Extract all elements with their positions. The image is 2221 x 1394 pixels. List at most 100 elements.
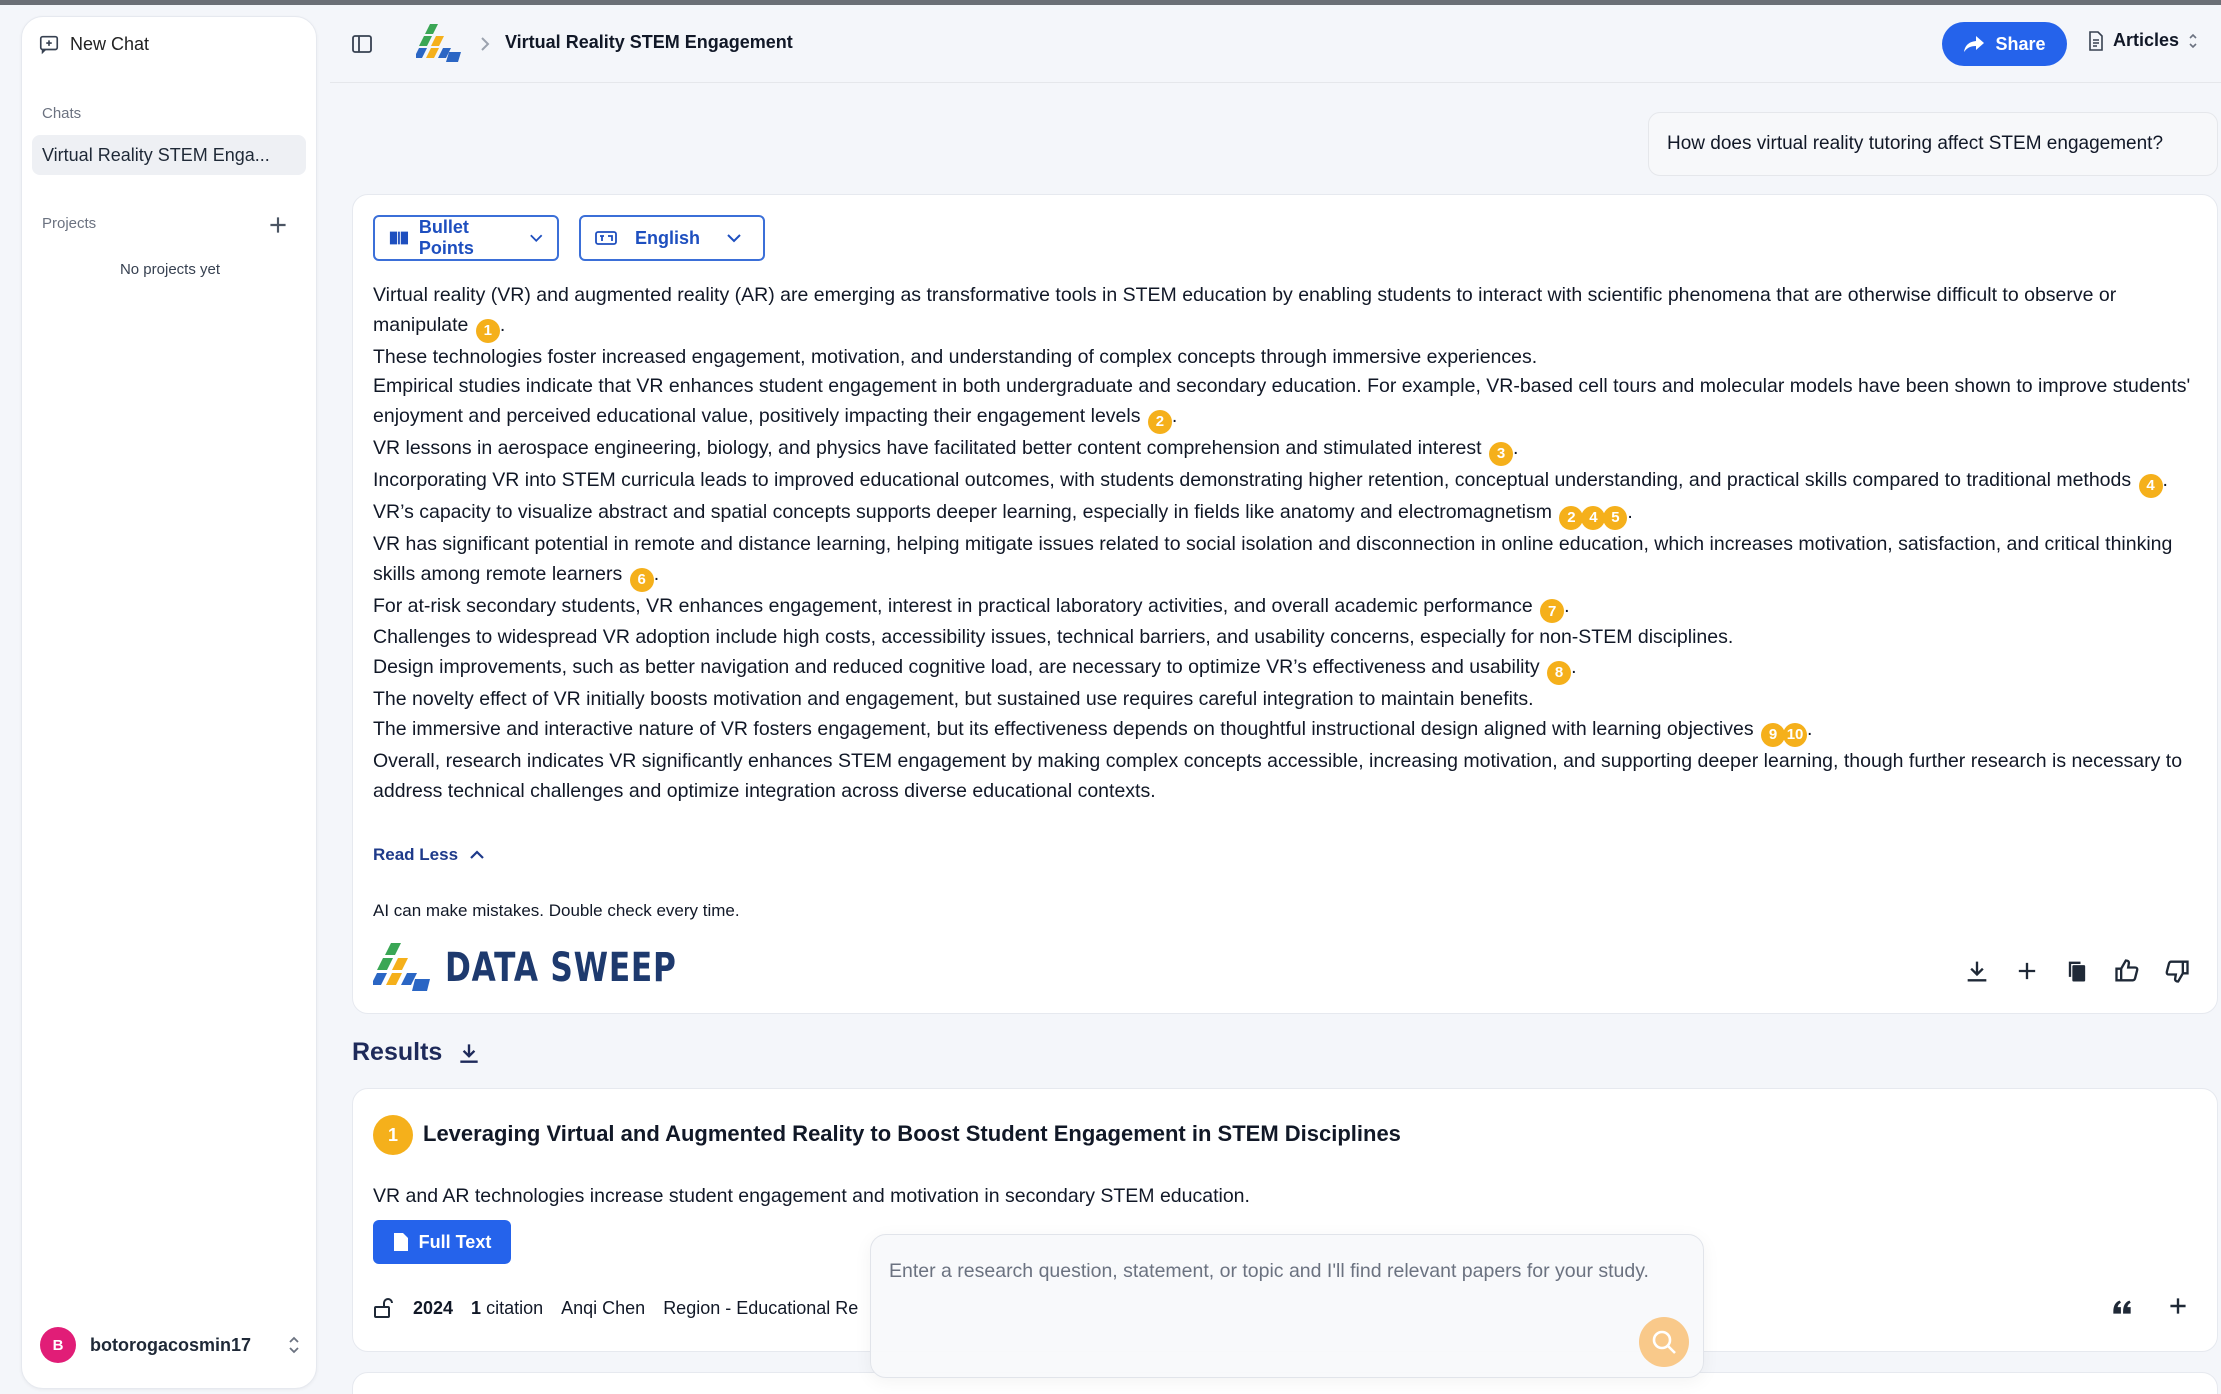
citation-badge[interactable]: 5 — [1603, 505, 1628, 530]
ai-disclaimer: AI can make mistakes. Double check every… — [373, 901, 740, 920]
document-icon — [393, 1233, 408, 1251]
book-icon — [389, 231, 409, 245]
document-icon — [2089, 30, 2103, 51]
projects-heading: Projects — [42, 215, 97, 232]
answer-bullet: These technologies foster increased enga… — [373, 343, 2203, 373]
answer-bullet-text: Virtual reality (VR) and augmented reali… — [373, 284, 2117, 336]
read-less-label: Read Less — [373, 845, 459, 864]
answer-bullet-text: VR’s capacity to visualize abstract and … — [373, 500, 1552, 523]
open-access-icon — [374, 1298, 393, 1318]
result-summary: VR and AR technologies increase student … — [373, 1185, 1250, 1207]
answer-bullet: VR has significant potential in remote a… — [373, 530, 2203, 592]
citation-badge[interactable]: 7 — [1540, 599, 1565, 624]
result-journal: Region - Educational Re — [663, 1297, 859, 1318]
answer-text: Virtual reality (VR) and augmented reali… — [373, 281, 2203, 806]
share-button[interactable]: Share — [1942, 22, 2067, 66]
user-menu[interactable]: B botorogacosmin17 — [40, 1327, 302, 1363]
plus-icon[interactable] — [2165, 1293, 2191, 1319]
search-button[interactable] — [1639, 1317, 1689, 1367]
new-chat-icon — [39, 35, 59, 55]
answer-bullet: The immersive and interactive nature of … — [373, 715, 2203, 747]
citation-badge[interactable]: 2 — [1147, 410, 1172, 435]
chevron-down-icon — [727, 234, 741, 243]
answer-bullet: VR’s capacity to visualize abstract and … — [373, 498, 2203, 530]
result-actions — [2109, 1293, 2191, 1319]
citation-badge[interactable]: 4 — [1581, 505, 1606, 530]
citation-badge[interactable]: 4 — [2138, 473, 2163, 498]
brand-logo: DATA SWEEP — [373, 941, 742, 995]
add-project-icon[interactable] — [265, 212, 291, 238]
results-title: Results — [352, 1038, 443, 1066]
answer-bullet: The novelty effect of VR initially boost… — [373, 685, 2203, 715]
sidebar-toggle-icon[interactable] — [350, 32, 374, 56]
answer-bullet-text: Overall, research indicates VR significa… — [373, 749, 2183, 802]
window-top-border — [0, 0, 2221, 5]
full-text-button[interactable]: Full Text — [373, 1220, 511, 1264]
answer-bullet: Virtual reality (VR) and augmented reali… — [373, 281, 2203, 343]
answer-bullet: Overall, research indicates VR significa… — [373, 747, 2203, 807]
plus-icon[interactable] — [2013, 957, 2041, 985]
citation-badge[interactable]: 10 — [1783, 722, 1808, 747]
language-icon — [595, 231, 617, 245]
articles-selector[interactable]: Articles — [2087, 30, 2199, 51]
answer-bullet-text: Design improvements, such as better navi… — [373, 656, 1540, 679]
answer-bullet-text: Challenges to widespread VR adoption inc… — [373, 626, 1734, 649]
answer-card: Bullet Points English Virtual reality (V… — [352, 194, 2218, 1014]
answer-bullet: Incorporating VR into STEM curricula lea… — [373, 466, 2203, 498]
username: botorogacosmin17 — [90, 1334, 252, 1355]
sidebar: New Chat Chats Virtual Reality STEM Enga… — [21, 16, 317, 1389]
answer-bullet: Empirical studies indicate that VR enhan… — [373, 372, 2203, 435]
citation-badge[interactable]: 2 — [1559, 505, 1584, 530]
result-meta: 2024 1 citation Anqi Chen Region - Educa… — [373, 1297, 858, 1319]
citation-badge[interactable]: 1 — [475, 318, 500, 343]
format-dropdown[interactable]: Bullet Points — [373, 215, 559, 261]
answer-actions — [1963, 957, 2191, 985]
answer-bullet-text: The immersive and interactive nature of … — [373, 717, 1754, 740]
answer-bullet-text: Incorporating VR into STEM curricula lea… — [373, 469, 2132, 492]
new-chat-label: New Chat — [70, 33, 150, 54]
brand-name: DATA SWEEP — [445, 945, 677, 991]
answer-bullet: Design improvements, such as better navi… — [373, 653, 2203, 686]
answer-bullet-text: Empirical studies indicate that VR enhan… — [373, 375, 2191, 428]
answer-bullet: Challenges to widespread VR adoption inc… — [373, 623, 2203, 653]
chevron-up-down-icon — [2189, 33, 2197, 48]
citation-badge[interactable]: 6 — [629, 567, 654, 592]
top-bar: Virtual Reality STEM Engagement Share Ar… — [330, 12, 2221, 82]
articles-label: Articles — [2113, 30, 2180, 50]
search-input[interactable] — [889, 1255, 1689, 1287]
header-divider — [330, 82, 2221, 83]
thumbs-down-icon[interactable] — [2163, 957, 2191, 985]
chat-item[interactable]: Virtual Reality STEM Enga... — [32, 135, 306, 175]
share-icon — [1964, 36, 1985, 52]
result-citations: 1 citation — [471, 1298, 543, 1319]
answer-bullet: For at-risk secondary students, VR enhan… — [373, 592, 2203, 624]
quote-icon[interactable] — [2109, 1293, 2135, 1319]
chevron-down-icon — [529, 234, 542, 242]
language-dropdown[interactable]: English — [579, 215, 765, 261]
results-heading: Results — [352, 1038, 482, 1067]
result-title[interactable]: Leveraging Virtual and Augmented Reality… — [423, 1121, 1401, 1147]
page-title: Virtual Reality STEM Engagement — [505, 32, 793, 52]
full-text-label: Full Text — [418, 1231, 492, 1252]
citation-badge[interactable]: 9 — [1761, 722, 1786, 747]
citation-badge[interactable]: 3 — [1488, 442, 1513, 467]
answer-bullet-text: These technologies foster increased enga… — [373, 345, 1538, 368]
chats-heading: Chats — [42, 105, 82, 122]
citation-count: 1 — [471, 1297, 482, 1318]
read-less-button[interactable]: Read Less — [373, 845, 486, 865]
citation-badge[interactable]: 8 — [1547, 661, 1572, 686]
avatar: B — [40, 1327, 76, 1363]
download-icon[interactable] — [456, 1040, 482, 1066]
thumbs-up-icon[interactable] — [2113, 957, 2141, 985]
new-chat-button[interactable]: New Chat — [38, 33, 149, 55]
breadcrumb-chevron-icon — [481, 37, 490, 51]
search-icon — [1652, 1330, 1676, 1354]
search-panel — [870, 1234, 1704, 1378]
answer-bullet-text: For at-risk secondary students, VR enhan… — [373, 594, 1533, 617]
answer-bullet-text: VR lessons in aerospace engineering, bio… — [373, 437, 1482, 460]
copy-icon[interactable] — [2063, 957, 2091, 985]
answer-bullet-text: The novelty effect of VR initially boost… — [373, 688, 1534, 711]
download-icon[interactable] — [1963, 957, 1991, 985]
chevron-up-down-icon — [289, 1336, 299, 1354]
result-author[interactable]: Anqi Chen — [561, 1298, 645, 1319]
